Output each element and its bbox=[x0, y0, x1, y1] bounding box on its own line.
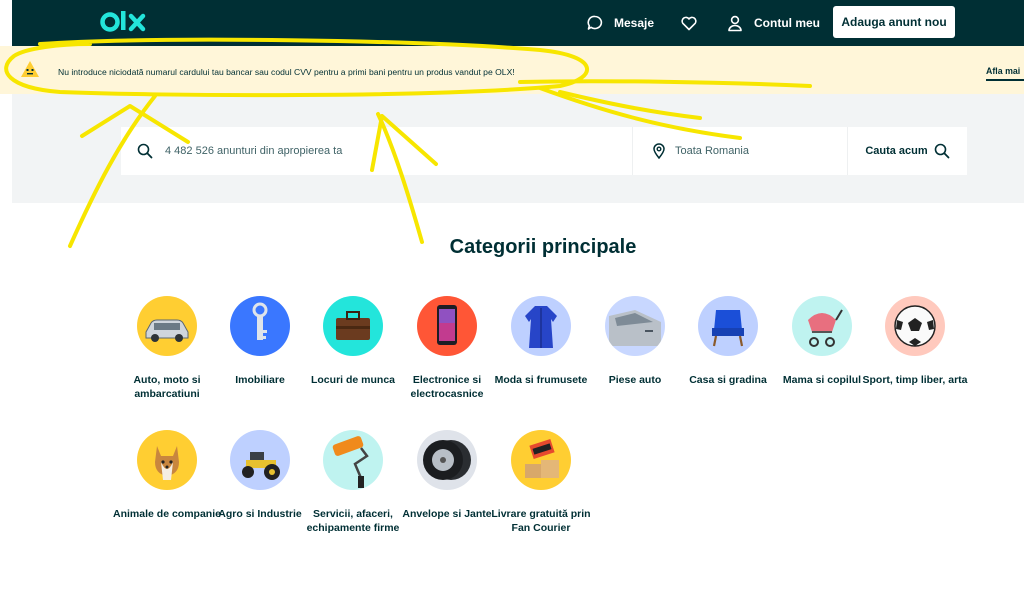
search-button[interactable]: Cauta acum bbox=[848, 127, 967, 175]
account-label: Contul meu bbox=[754, 16, 820, 30]
category-label: Sport, timp liber, arta bbox=[862, 374, 968, 386]
robe-icon bbox=[511, 296, 571, 356]
search-button-label: Cauta acum bbox=[865, 145, 928, 157]
boxes-icon bbox=[511, 430, 571, 490]
dog-icon bbox=[137, 430, 197, 490]
learn-more-underline bbox=[986, 79, 1024, 81]
stroller-icon bbox=[792, 296, 852, 356]
smartphone-icon bbox=[417, 296, 477, 356]
armchair-icon bbox=[698, 296, 758, 356]
warning-icon bbox=[20, 60, 40, 78]
search-icon bbox=[934, 143, 950, 159]
chat-icon bbox=[586, 14, 604, 32]
categories-title: Categorii principale bbox=[449, 236, 637, 258]
location-pin-icon bbox=[651, 143, 667, 160]
key-icon bbox=[230, 296, 290, 356]
heart-icon bbox=[680, 14, 698, 32]
category-label: Livrare gratuită prin Fan Courier bbox=[491, 508, 591, 534]
car-icon bbox=[137, 296, 197, 356]
user-icon bbox=[726, 14, 744, 32]
messages-link[interactable]: Mesaje bbox=[586, 0, 654, 46]
location-input[interactable]: Toata Romania bbox=[633, 127, 848, 175]
post-ad-button[interactable]: Adauga anunt nou bbox=[833, 6, 955, 38]
warning-text: Nu introduce niciodată numarul cardului … bbox=[58, 67, 515, 77]
soccer-ball-icon bbox=[885, 296, 945, 356]
category-sport[interactable]: Sport, timp liber, arta bbox=[860, 296, 970, 387]
paint-roller-icon bbox=[323, 430, 383, 490]
car-door-icon bbox=[605, 296, 665, 356]
olx-logo[interactable] bbox=[100, 8, 154, 38]
learn-more-link[interactable]: Afla mai bbox=[986, 66, 1020, 76]
tire-icon bbox=[417, 430, 477, 490]
category-free-delivery[interactable]: Livrare gratuită prin Fan Courier bbox=[486, 430, 596, 535]
search-input[interactable]: 4 482 526 anunturi din apropierea ta bbox=[121, 127, 633, 175]
account-link[interactable]: Contul meu bbox=[726, 0, 820, 46]
search-icon bbox=[137, 143, 153, 159]
search-placeholder: 4 482 526 anunturi din apropierea ta bbox=[165, 145, 343, 157]
messages-label: Mesaje bbox=[614, 16, 655, 30]
location-value: Toata Romania bbox=[675, 145, 749, 157]
briefcase-icon bbox=[323, 296, 383, 356]
search-bar: 4 482 526 anunturi din apropierea ta Toa… bbox=[121, 127, 967, 175]
favorites-link[interactable] bbox=[680, 0, 708, 46]
tractor-icon bbox=[230, 430, 290, 490]
